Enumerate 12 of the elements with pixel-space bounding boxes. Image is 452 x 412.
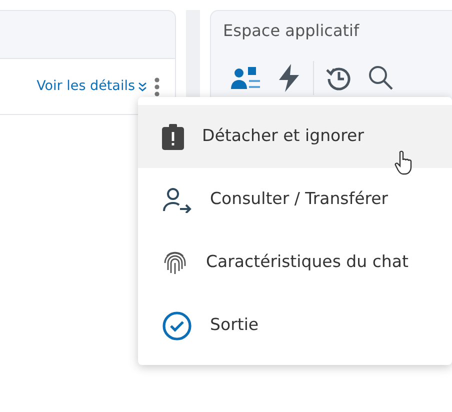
user-transfer-icon	[162, 186, 192, 212]
check-circle-icon	[162, 310, 192, 340]
fingerprint-icon	[162, 250, 188, 276]
menu-item[interactable]: Caractéristiques du chat	[138, 231, 452, 294]
menu-item[interactable]: Sortie	[138, 294, 452, 357]
double-chevron-icon	[138, 82, 147, 92]
clipboard-alert-icon	[162, 124, 184, 150]
panel-title: Espace applicatif	[223, 20, 360, 42]
kebab-menu-icon[interactable]	[153, 76, 161, 96]
menu-item[interactable]: Consulter / Transférer	[138, 168, 452, 231]
menu-item[interactable]: Détacher et ignorer	[138, 105, 452, 168]
hand-cursor-icon	[394, 150, 414, 176]
